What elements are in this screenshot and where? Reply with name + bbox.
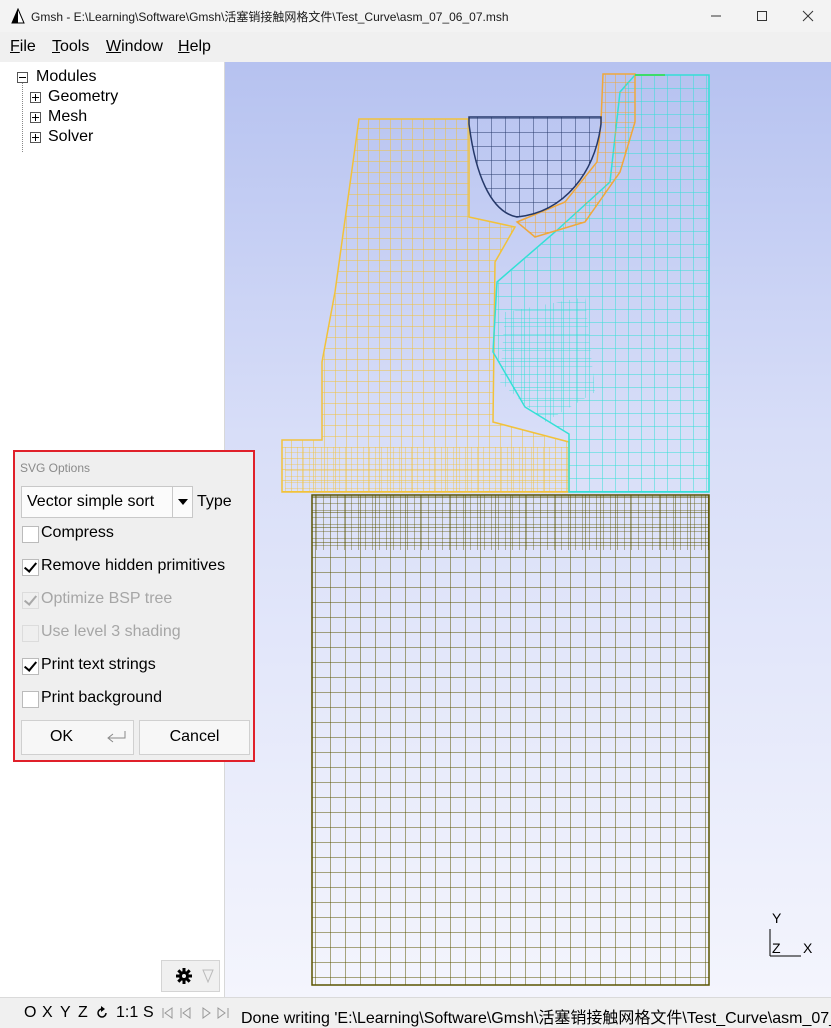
status-bar: O X Y Z 1:1 S Done writing 'E:\Learning\… [0, 997, 831, 1028]
options-gear-button[interactable] [161, 960, 220, 992]
compress-checkbox[interactable]: Compress [22, 523, 247, 547]
use-level-3-shading-checkbox: Use level 3 shading [22, 622, 247, 646]
tree-label-geometry: Geometry [48, 88, 119, 105]
snapshot-s-button[interactable]: S [143, 1004, 154, 1022]
remove-hidden-primitives-checkbox[interactable]: Remove hidden primitives [22, 556, 247, 580]
expand-icon[interactable] [30, 112, 41, 123]
view-z-button[interactable]: Z [78, 1004, 88, 1022]
menu-file[interactable]: File [10, 38, 36, 56]
view-x-button[interactable]: X [42, 1004, 53, 1022]
ok-button[interactable]: OK [21, 720, 134, 755]
print-background-label: Print background [41, 689, 162, 706]
playback-controls [162, 1007, 229, 1019]
mesh-region-yellow-fine [285, 447, 569, 492]
checkbox-icon[interactable] [22, 691, 39, 708]
remove-hidden-primitives-label: Remove hidden primitives [41, 557, 226, 574]
gmsh-app-icon [11, 8, 25, 24]
minimize-button[interactable] [693, 0, 739, 32]
menu-tools[interactable]: Tools [52, 38, 89, 56]
optimize-bsp-tree-label: Optimize BSP tree [41, 590, 173, 607]
dropdown-arrow-icon[interactable] [172, 487, 192, 517]
collapse-icon[interactable] [17, 72, 28, 83]
axis-lines [769, 929, 801, 957]
print-text-strings-checkbox[interactable]: Print text strings [22, 655, 247, 679]
checkbox-checked-icon [22, 592, 39, 609]
view-y-button[interactable]: Y [60, 1004, 71, 1022]
maximize-icon [757, 11, 767, 21]
type-select[interactable]: Vector simple sort [21, 486, 193, 518]
enter-key-icon [107, 731, 126, 743]
mesh-canvas[interactable] [225, 62, 831, 997]
mesh-region-olive-fine [312, 495, 709, 550]
ok-label: OK [49, 728, 74, 745]
gear-icon[interactable] [175, 967, 193, 985]
tree-label-solver: Solver [48, 128, 94, 145]
print-background-checkbox[interactable]: Print background [22, 688, 247, 712]
compress-label: Compress [41, 524, 114, 541]
maximize-button[interactable] [739, 0, 785, 32]
menu-window[interactable]: Window [106, 38, 163, 56]
view-o-button[interactable]: O [24, 1004, 36, 1022]
expand-icon[interactable] [30, 92, 41, 103]
menu-help[interactable]: Help [178, 38, 211, 56]
tree-label-modules: Modules [36, 68, 97, 85]
close-icon [802, 10, 814, 22]
tree-connector [22, 82, 23, 152]
mesh-region-olive [311, 494, 710, 986]
svg-options-dialog: SVG Options Vector simple sort Type Comp… [13, 450, 255, 762]
checkbox-icon[interactable] [22, 526, 39, 543]
minimize-icon [711, 15, 721, 17]
cancel-label: Cancel [169, 728, 220, 745]
checkbox-checked-icon[interactable] [22, 658, 39, 675]
menu-bar: File Tools Window Help [0, 32, 831, 62]
type-label: Type [197, 493, 232, 510]
filter-funnel-icon[interactable] [202, 969, 214, 983]
use-level-3-shading-label: Use level 3 shading [41, 623, 181, 640]
checkbox-icon [22, 625, 39, 642]
cancel-button[interactable]: Cancel [139, 720, 250, 755]
rotate-icon[interactable] [95, 1006, 109, 1020]
optimize-bsp-tree-checkbox: Optimize BSP tree [22, 589, 247, 613]
print-text-strings-label: Print text strings [41, 656, 156, 673]
expand-icon[interactable] [30, 132, 41, 143]
type-select-value: Vector simple sort [27, 493, 155, 510]
tree-label-mesh: Mesh [48, 108, 88, 125]
title-bar: Gmsh - E:\Learning\Software\Gmsh\活塞销接触网格… [0, 0, 831, 32]
scale-one-to-one-button[interactable]: 1:1 [116, 1004, 138, 1022]
checkbox-checked-icon[interactable] [22, 559, 39, 576]
status-message: Done writing 'E:\Learning\Software\Gmsh\… [241, 1010, 831, 1027]
close-button[interactable] [785, 0, 831, 32]
window-title: Gmsh - E:\Learning\Software\Gmsh\活塞销接触网格… [31, 10, 509, 24]
graphics-viewport[interactable]: Y Z X [225, 62, 831, 997]
axis-y-label: Y [772, 910, 782, 926]
dialog-title: SVG Options [20, 461, 91, 475]
